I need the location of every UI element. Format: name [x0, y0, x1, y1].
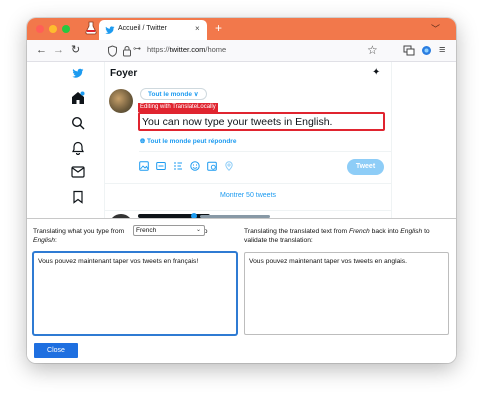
- chevron-down-icon[interactable]: ﹀: [431, 22, 440, 35]
- gif-icon[interactable]: [156, 161, 166, 171]
- reload-button[interactable]: ↻: [71, 43, 80, 57]
- audience-selector[interactable]: Tout le monde ∨: [140, 88, 207, 100]
- notifications-icon[interactable]: [71, 141, 85, 155]
- divider: [139, 151, 392, 152]
- close-button[interactable]: Close: [34, 343, 78, 358]
- tab-twitter[interactable]: Accueil / Twitter ×: [99, 20, 207, 40]
- emoji-icon[interactable]: [190, 161, 200, 171]
- image-icon[interactable]: [139, 161, 149, 171]
- navigation-toolbar: ← → ↻ ⊶ https://twitter.com/home ☆ ≡: [27, 40, 456, 62]
- translation-panel: Translating what you type from to Englis…: [27, 218, 456, 363]
- page-title: Foyer: [110, 68, 138, 79]
- chevron-down-icon: ⌄: [195, 227, 201, 233]
- divider: [105, 210, 391, 211]
- search-icon[interactable]: [71, 116, 85, 130]
- source-text-input[interactable]: Vous pouvez maintenant taper vos tweets …: [33, 252, 237, 335]
- back-translation-output[interactable]: Vous pouvez maintenant taper vos tweets …: [244, 252, 449, 335]
- permissions-icon[interactable]: ⊶: [133, 44, 141, 53]
- reply-setting-label: Tout le monde peut répondre: [147, 138, 237, 145]
- zoom-window-button[interactable]: [62, 25, 70, 33]
- back-translation-label: Translating the translated text from Fre…: [244, 228, 430, 244]
- tab-title: Accueil / Twitter: [118, 25, 167, 32]
- tab-close-button[interactable]: ×: [195, 24, 200, 33]
- new-tab-button[interactable]: +: [215, 21, 222, 35]
- browser-window: Accueil / Twitter × + ﹀ ← → ↻ ⊶ https://…: [27, 18, 456, 363]
- shield-icon[interactable]: [107, 45, 118, 57]
- home-icon[interactable]: [71, 91, 85, 105]
- tweet-compose-input[interactable]: You can now type your tweets in English.: [138, 112, 385, 131]
- show-more-tweets-link[interactable]: Montrer 50 tweets: [105, 192, 391, 199]
- translate-extension-icon[interactable]: [403, 45, 415, 56]
- url-field[interactable]: https://twitter.com/home: [147, 45, 226, 54]
- poll-icon[interactable]: [173, 161, 183, 171]
- divider: [105, 183, 391, 184]
- tweet-button[interactable]: Tweet: [347, 159, 384, 175]
- reply-setting-button[interactable]: 🌐︎ Tout le monde peut répondre: [140, 138, 236, 146]
- back-button[interactable]: ←: [36, 43, 47, 57]
- twitter-page: Foyer ✦ Tout le monde ∨ Editing with Tra…: [27, 62, 456, 218]
- twitter-logo-icon[interactable]: [71, 67, 85, 79]
- extension-badge-icon[interactable]: [421, 45, 432, 56]
- source-language-select[interactable]: French ⌄: [133, 225, 205, 236]
- flask-icon[interactable]: [85, 21, 97, 35]
- bookmark-icon[interactable]: [71, 190, 85, 204]
- bookmark-star-icon[interactable]: ☆: [367, 43, 378, 57]
- close-window-button[interactable]: [36, 25, 44, 33]
- lock-icon[interactable]: [122, 45, 132, 57]
- forward-button[interactable]: →: [53, 43, 64, 57]
- app-menu-button[interactable]: ≡: [439, 43, 445, 57]
- twitter-favicon-icon: [105, 26, 115, 34]
- source-language-value: French: [136, 227, 157, 234]
- minimize-window-button[interactable]: [49, 25, 57, 33]
- tweet-text: You can now type your tweets in English.: [142, 116, 333, 128]
- schedule-icon[interactable]: [207, 161, 217, 171]
- avatar[interactable]: [109, 89, 133, 113]
- location-icon[interactable]: [224, 161, 234, 171]
- globe-icon: 🌐︎: [140, 138, 148, 145]
- tab-bar: Accueil / Twitter × + ﹀: [27, 18, 456, 40]
- messages-icon[interactable]: [71, 166, 85, 178]
- sparkle-icon[interactable]: ✦: [372, 67, 380, 78]
- translate-locally-badge: Editing with TranslateLocally: [138, 103, 218, 112]
